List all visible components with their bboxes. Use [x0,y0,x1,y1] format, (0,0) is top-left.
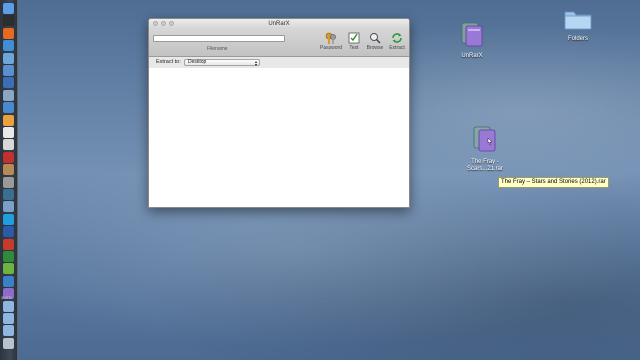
close-button[interactable] [153,21,158,26]
filename-input[interactable] [153,35,285,42]
toolbar: Filename Password Test Browse Extract [149,29,409,57]
office-icon[interactable] [3,238,14,250]
browse-button[interactable]: Browse [363,32,387,51]
appstore-icon[interactable] [3,77,14,89]
chrome-icon[interactable] [3,40,14,52]
calendar-icon[interactable] [3,127,14,138]
excel-icon[interactable] [3,251,14,262]
trash-icon[interactable] [3,337,14,349]
dashboard-icon[interactable] [3,15,14,27]
password-button[interactable]: Password [319,32,343,51]
window-title: UnRarX [268,21,290,27]
rar-file-icon [473,126,496,152]
dock-label: 3MTB [1,295,12,300]
checkbox-icon [348,32,360,44]
contacts-icon[interactable] [3,164,14,176]
firefox-icon[interactable] [3,27,14,39]
extract-to-label: Extract to: [156,59,181,65]
select-arrows-icon: ▴ ▾ [254,59,257,67]
filename-label: Filename [207,46,228,52]
title-bar[interactable]: UnRarX [149,19,409,29]
browse-label: Browse [366,45,384,51]
desktop-item-folders[interactable]: Folders [560,7,596,43]
extract-to-value: Desktop [188,59,207,65]
desktop-item-rar-file[interactable]: The Fray - Scars...21.rar [465,124,505,173]
desktop-label-rar-line1: The Fray - [471,159,499,165]
globe-icon[interactable] [3,52,14,64]
word-icon[interactable] [3,226,14,238]
time-machine-icon[interactable] [3,189,14,200]
ibooks-icon[interactable] [3,114,14,126]
system-prefs-icon[interactable] [3,176,14,188]
photo-booth-icon[interactable] [3,151,14,163]
desktop-label-rar-line2: Scars...21.rar [466,166,503,172]
minimize-button[interactable] [161,21,166,26]
iphoto-icon[interactable] [3,201,14,213]
app-icon[interactable] [3,275,14,287]
folder-icon-2[interactable] [3,313,14,324]
itunes-icon[interactable] [3,102,14,114]
preview-icon[interactable] [3,139,14,151]
mail-icon[interactable] [3,89,14,101]
dock: 3MTB [0,0,18,360]
password-label: Password [320,45,342,51]
keys-icon [325,32,336,44]
log-area [149,68,409,207]
unrarx-app-icon [461,22,483,47]
spotify-icon[interactable] [3,263,14,275]
folder-icon[interactable] [3,300,14,312]
extract-button[interactable]: Extract [385,32,409,51]
desktop-label-folders: Folders [567,36,588,42]
unrarx-window: UnRarX Filename Password Test Browse Ext… [148,18,410,208]
extract-label: Extract [389,45,405,51]
zoom-button[interactable] [169,21,174,26]
safari-icon[interactable] [3,65,14,76]
folder-icon-3[interactable] [3,325,14,337]
file-tooltip: The Fray – Stars and Stories (2012).rar [498,177,609,188]
finder-icon[interactable] [3,3,14,14]
folder-icon [564,11,592,30]
desktop-item-unrarx[interactable]: UnRarX [455,20,489,60]
refresh-icon [392,33,402,43]
extract-to-select[interactable]: Desktop ▴ ▾ [184,59,260,67]
skype-icon[interactable] [3,213,14,225]
magnifier-icon [370,33,381,44]
desktop-label-unrarx: UnRarX [461,53,483,59]
